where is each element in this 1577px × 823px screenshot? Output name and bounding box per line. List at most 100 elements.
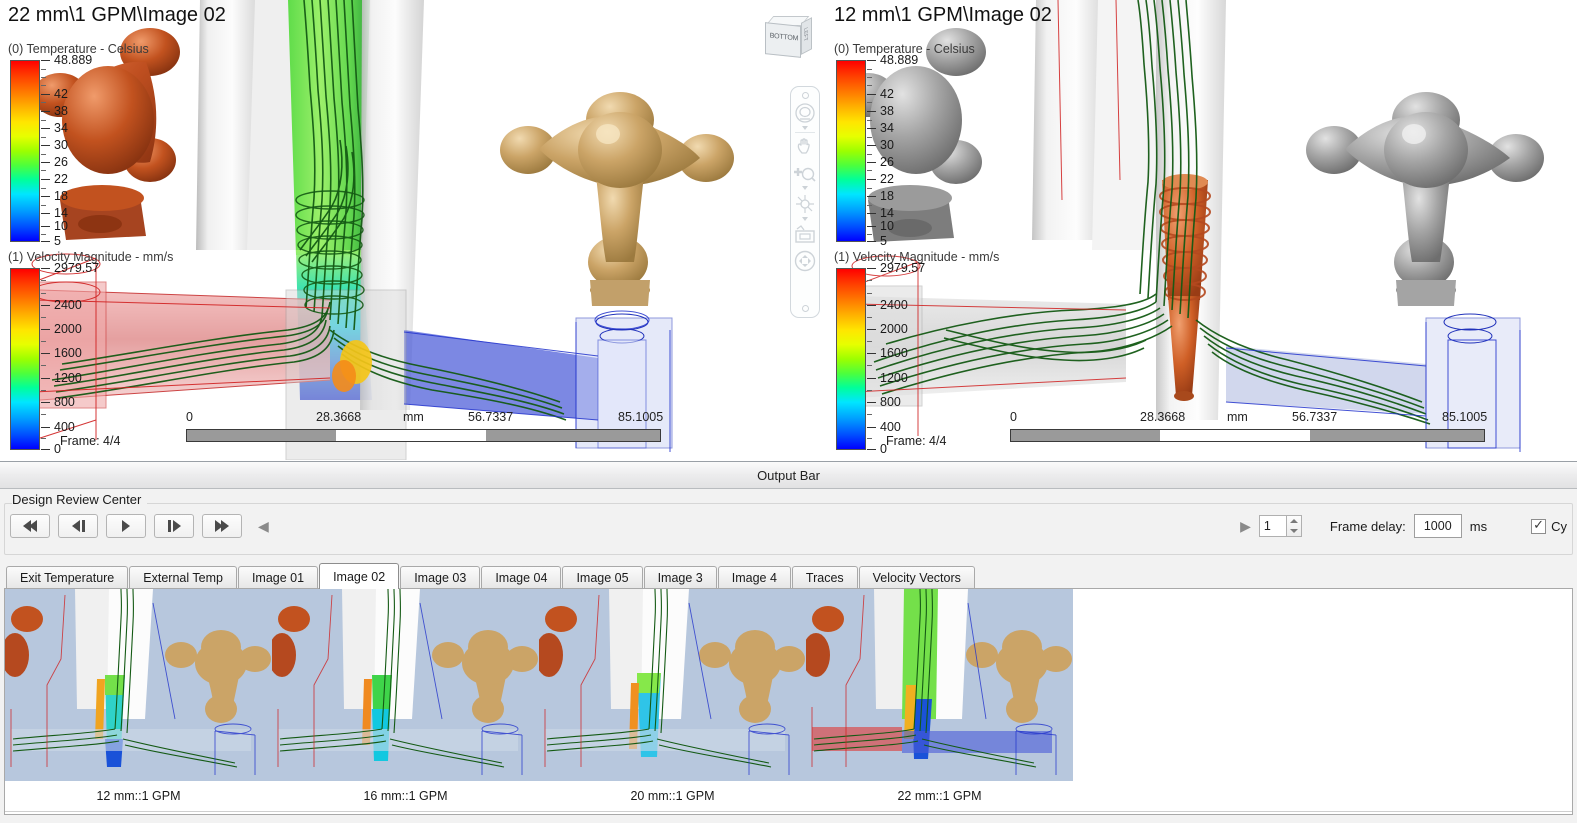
ruler-label: 85.1005 [618,410,664,424]
temp-tick-label: 10 [880,219,894,233]
thumbnail-caption-12mm: 12 mm::1 GPM [96,789,181,803]
velocity-tick-label: 1600 [880,346,908,360]
scale-ruler-right: 0 28.3668 mm 56.7337 85.1005 [1010,410,1487,442]
ruler-label: 56.7337 [468,410,514,424]
velocity-tick-label: 800 [54,395,75,409]
temp-tick-label: 48.889 [880,53,919,67]
ruler-label: 28.3668 [1140,410,1186,424]
temp-tick-label: 10 [54,219,68,233]
velocity-tick-label: 800 [880,395,901,409]
thumbnail-caption-22mm: 22 mm::1 GPM [897,789,982,803]
tab-image-4[interactable]: Image 4 [717,566,791,589]
thumbnail-16mm-image [272,589,539,781]
chevron-down-icon[interactable] [802,126,808,130]
velocity-tick-label: 1600 [54,346,82,360]
frame-delay-input[interactable]: 1000 [1413,514,1462,538]
tab-image-01[interactable]: Image 01 [237,566,319,589]
orbit-icon[interactable] [792,100,818,126]
temp-tick-label: 5 [880,234,887,248]
tab-external-temp[interactable]: External Temp [129,566,237,589]
ruler-unit: mm [1227,410,1248,424]
thumbnail-caption-16mm: 16 mm::1 GPM [363,789,448,803]
thumbnail-16mm[interactable] [272,589,539,781]
temp-tick-label: 48.889 [54,53,93,67]
tab-velocity-vectors[interactable]: Velocity Vectors [858,566,975,589]
temperature-legend-ticks: 48.889 42 38 34 30 26 22 18 14 10 5 [867,53,957,248]
thumbnail-caption-20mm: 20 mm::1 GPM [630,789,715,803]
frame-counter-left: Frame: 4/4 [60,434,121,448]
fit-view-icon[interactable] [792,248,818,274]
skip-to-end-button[interactable] [202,514,242,538]
temp-tick-label: 18 [54,189,68,203]
chevron-down-icon[interactable] [802,217,808,221]
cycle-checkbox[interactable] [1531,517,1547,534]
velocity-tick-label: 2000 [880,322,908,336]
frame-delay-label: Frame delay: [1329,518,1406,534]
viewport-left-title: 22 mm\1 GPM\Image 02 [8,4,226,26]
pan-icon[interactable] [792,134,818,160]
spinner-up-icon[interactable] [1289,519,1298,523]
ruler-label: 56.7337 [1292,410,1338,424]
tab-image-05[interactable]: Image 05 [562,566,643,589]
tab-image-04[interactable]: Image 04 [481,566,562,589]
viewport-right[interactable]: 12 mm\1 GPM\Image 02 (0) Temperature - C… [826,0,1577,460]
viewport-left[interactable]: 22 mm\1 GPM\Image 02 (0) Temperature - C… [0,0,820,460]
step-backward-button[interactable] [58,514,98,538]
panel-bottom-edge [5,811,1572,814]
playback-toolbar: ◀ ▶ 1 Frame delay: 1000 ms Cy [0,503,1577,549]
scroll-right-arrow-icon[interactable]: ▶ [1232,518,1259,535]
temp-tick-label: 42 [880,87,894,101]
velocity-tick-label: 2400 [880,298,908,312]
output-bar-title: Output Bar [757,467,820,483]
temp-tick-label: 34 [54,121,68,135]
velocity-tick-label: 2000 [54,322,82,336]
temp-tick-label: 22 [54,172,68,186]
thumbnail-20mm-image [539,589,806,781]
temp-tick-label: 22 [880,172,894,186]
velocity-tick-label: 2400 [54,298,82,312]
play-button[interactable] [106,514,146,538]
temp-tick-label: 34 [880,121,894,135]
frame-counter-right: Frame: 4/4 [886,434,947,448]
thumbnail-22mm-image [806,589,1073,781]
velocity-color-bar [836,268,866,450]
navbar-menu-dot[interactable] [801,92,809,99]
chevron-down-icon[interactable] [802,186,808,190]
temp-tick-label: 18 [880,189,894,203]
camera-icon[interactable] [792,222,818,248]
thumbnail-20mm[interactable] [539,589,806,781]
tab-image-03[interactable]: Image 03 [400,566,481,589]
free-orbit-icon[interactable] [792,191,818,217]
view-cube[interactable]: BOTTOM LEFT [762,14,814,64]
tab-image-3[interactable]: Image 3 [643,566,717,589]
step-forward-button[interactable] [154,514,194,538]
velocity-color-bar [10,268,40,450]
thumbnail-22mm[interactable] [806,589,1073,781]
navbar-collapse-dot[interactable] [801,305,809,312]
temp-tick-label: 42 [54,87,68,101]
temp-tick-label: 5 [54,234,61,248]
zoom-icon[interactable] [792,160,818,186]
temp-tick-label: 30 [880,138,894,152]
navigation-bar[interactable] [790,86,820,318]
tab-exit-temperature[interactable]: Exit Temperature [6,566,129,589]
ruler-label: 0 [186,410,193,424]
ruler-unit: mm [403,410,424,424]
velocity-tick-label: 2979.57 [54,261,100,275]
frame-delay-units: ms [1469,518,1488,534]
scroll-left-arrow-icon[interactable]: ◀ [250,518,277,535]
frame-index-input[interactable]: 1 [1258,515,1287,537]
skip-to-start-button[interactable] [10,514,50,538]
velocity-tick-label: 1200 [880,371,908,385]
temp-tick-label: 38 [54,104,68,118]
frame-index-spinner[interactable] [1286,515,1302,537]
frame-scrubber-track[interactable] [277,516,1232,536]
view-cube-side-label: LEFT [802,26,808,43]
thumbnail-row [5,589,1073,781]
output-bar[interactable]: Output Bar [0,461,1577,489]
design-review-center-title: Design Review Center [12,492,148,507]
tab-image-02[interactable]: Image 02 [319,563,400,589]
tab-traces[interactable]: Traces [791,566,858,589]
thumbnail-12mm[interactable] [5,589,272,781]
spinner-down-icon[interactable] [1289,529,1298,533]
